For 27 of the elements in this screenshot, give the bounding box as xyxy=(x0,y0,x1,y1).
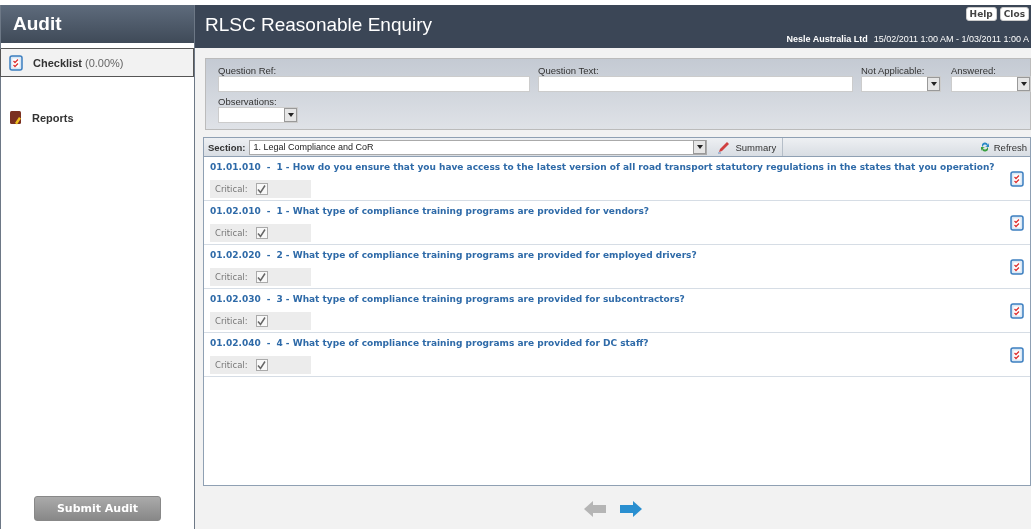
filter-label: Question Ref: xyxy=(218,65,278,76)
question-title[interactable]: 01.02.040 - 4 - What type of compliance training programs are provided for DC staff? xyxy=(210,333,1024,348)
critical-label: Critical: xyxy=(215,228,248,238)
filter-label: Question Text: xyxy=(538,65,600,76)
sidebar-item[interactable]: Checklist (0.00%) xyxy=(0,49,194,77)
question-title[interactable]: 01.02.020 - 2 - What type of compliance training programs are provided for employed drivers? xyxy=(210,245,1024,260)
question-title[interactable]: 01.01.010 - 1 - How do you ensure that you have access to the latest version of all road transport statutory regulations in the states that you operation? xyxy=(210,157,1024,172)
audit-period: 15/02/2011 1:00 AM - 1/03/2011 1:00 A xyxy=(873,34,1029,44)
sidebar-item[interactable]: Reports xyxy=(1,104,194,131)
filter-label: Answered: xyxy=(951,65,997,76)
company-name: Nesle Australia Ltd xyxy=(786,34,868,44)
summary-button[interactable]: Summary xyxy=(711,138,784,156)
critical-label: Critical: xyxy=(215,272,248,282)
page-title: RLSC Reasonable Enquiry xyxy=(205,13,433,36)
refresh-button[interactable]: Refresh xyxy=(979,141,1027,153)
question-title[interactable]: 01.02.030 - 3 - What type of compliance training programs are provided for subcontractors? xyxy=(210,289,1024,304)
critical-label: Critical: xyxy=(215,360,248,370)
critical-label: Critical: xyxy=(215,184,248,194)
sidebar-title: Audit xyxy=(1,5,194,43)
filter-label: Observations: xyxy=(218,96,278,107)
question-title[interactable]: 01.02.010 - 1 - What type of compliance training programs are provided for vendors? xyxy=(210,201,1024,216)
header-button[interactable]: Clos xyxy=(999,7,1029,21)
critical-label: Critical: xyxy=(215,316,248,326)
section-label: Section: xyxy=(208,141,246,153)
section-dropdown[interactable]: 1. Legal Compliance and CoR xyxy=(249,139,708,155)
header-button[interactable]: Help xyxy=(965,7,997,21)
filter-label: Not Applicable: xyxy=(861,65,926,76)
